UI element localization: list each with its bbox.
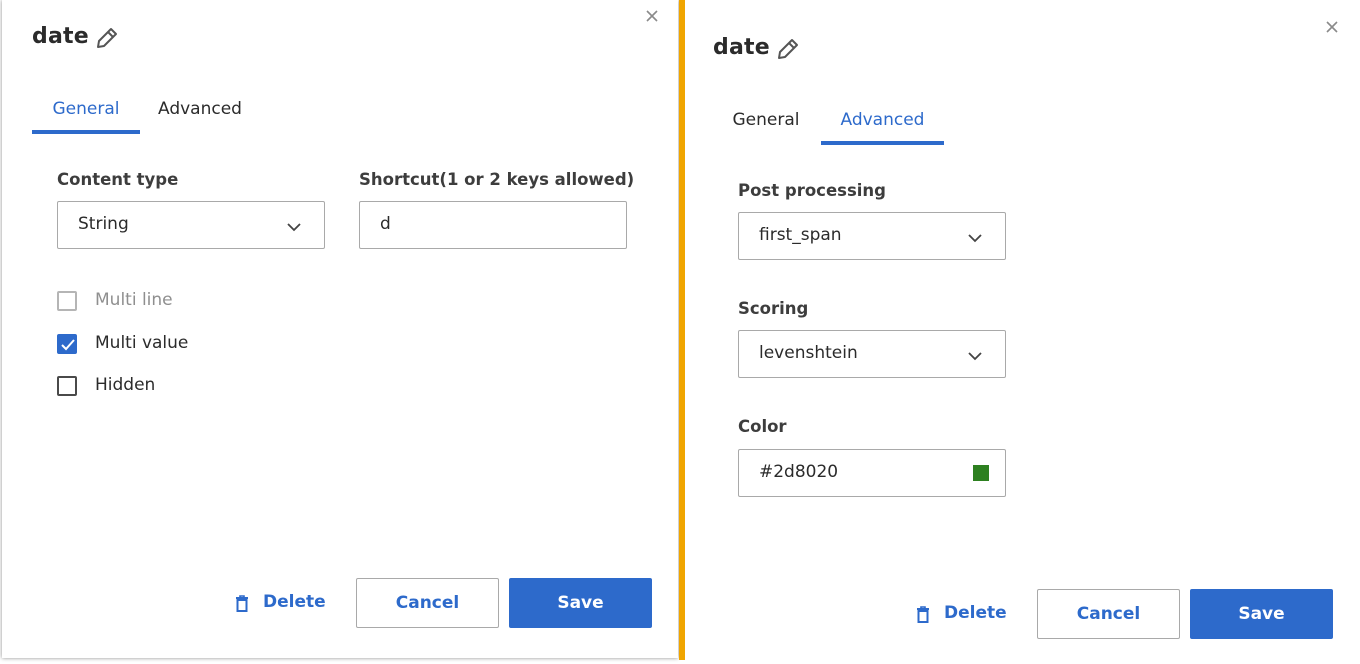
delete-label: Delete xyxy=(944,603,1007,623)
tab-general[interactable]: General xyxy=(32,94,140,132)
delete-button[interactable]: Delete xyxy=(916,601,1016,631)
color-value: #2d8020 xyxy=(759,462,839,482)
trash-icon xyxy=(236,595,248,612)
scoring-value: levenshtein xyxy=(759,343,858,363)
cancel-button[interactable]: Cancel xyxy=(356,578,499,628)
checkmark-icon xyxy=(61,339,75,351)
multi-value-checkbox[interactable] xyxy=(57,334,77,354)
color-input[interactable]: #2d8020 xyxy=(738,449,1006,497)
content-type-select[interactable]: String xyxy=(57,201,325,249)
panel-divider xyxy=(679,0,685,660)
tab-advanced[interactable]: Advanced xyxy=(150,94,250,132)
dialog-title: date xyxy=(713,35,770,60)
content-type-value: String xyxy=(78,214,129,234)
post-processing-value: first_span xyxy=(759,225,842,245)
delete-label: Delete xyxy=(263,592,326,612)
right-dialog: date General Advanced Post processing fi… xyxy=(689,0,1360,664)
multi-line-label: Multi line xyxy=(95,290,173,310)
post-processing-select[interactable]: first_span xyxy=(738,212,1006,260)
active-tab-indicator xyxy=(32,130,140,134)
active-tab-indicator xyxy=(821,141,944,145)
chevron-down-icon xyxy=(968,352,982,361)
multi-value-label: Multi value xyxy=(95,333,189,353)
color-swatch[interactable] xyxy=(973,465,989,481)
shortcut-value: d xyxy=(380,214,391,234)
post-processing-label: Post processing xyxy=(738,181,886,200)
multi-value-checkbox-row[interactable]: Multi value xyxy=(57,333,257,358)
tab-bar: General Advanced xyxy=(722,105,962,145)
hidden-checkbox-row[interactable]: Hidden xyxy=(57,375,257,400)
scoring-label: Scoring xyxy=(738,299,809,318)
save-button[interactable]: Save xyxy=(1190,589,1333,639)
close-icon[interactable] xyxy=(644,8,660,24)
cancel-button[interactable]: Cancel xyxy=(1037,589,1180,639)
pencil-icon[interactable] xyxy=(94,25,120,51)
hidden-checkbox[interactable] xyxy=(57,376,77,396)
tab-general[interactable]: General xyxy=(722,105,810,143)
save-button[interactable]: Save xyxy=(509,578,652,628)
dialog-title: date xyxy=(32,24,89,49)
tab-bar: General Advanced xyxy=(32,94,292,134)
multi-line-checkbox-row[interactable]: Multi line xyxy=(57,290,257,315)
multi-line-checkbox[interactable] xyxy=(57,291,77,311)
close-icon[interactable] xyxy=(1324,19,1340,35)
shortcut-input[interactable]: d xyxy=(359,201,627,249)
delete-button[interactable]: Delete xyxy=(235,590,335,620)
trash-icon xyxy=(917,606,929,623)
shortcut-label: Shortcut(1 or 2 keys allowed) xyxy=(359,170,635,189)
scoring-select[interactable]: levenshtein xyxy=(738,330,1006,378)
content-type-label: Content type xyxy=(57,170,179,189)
hidden-label: Hidden xyxy=(95,375,156,395)
chevron-down-icon xyxy=(287,223,301,232)
color-label: Color xyxy=(738,417,787,436)
tab-advanced[interactable]: Advanced xyxy=(821,105,944,143)
pencil-icon[interactable] xyxy=(775,36,801,62)
left-dialog: date General Advanced Content type Strin… xyxy=(2,0,678,658)
chevron-down-icon xyxy=(968,234,982,243)
